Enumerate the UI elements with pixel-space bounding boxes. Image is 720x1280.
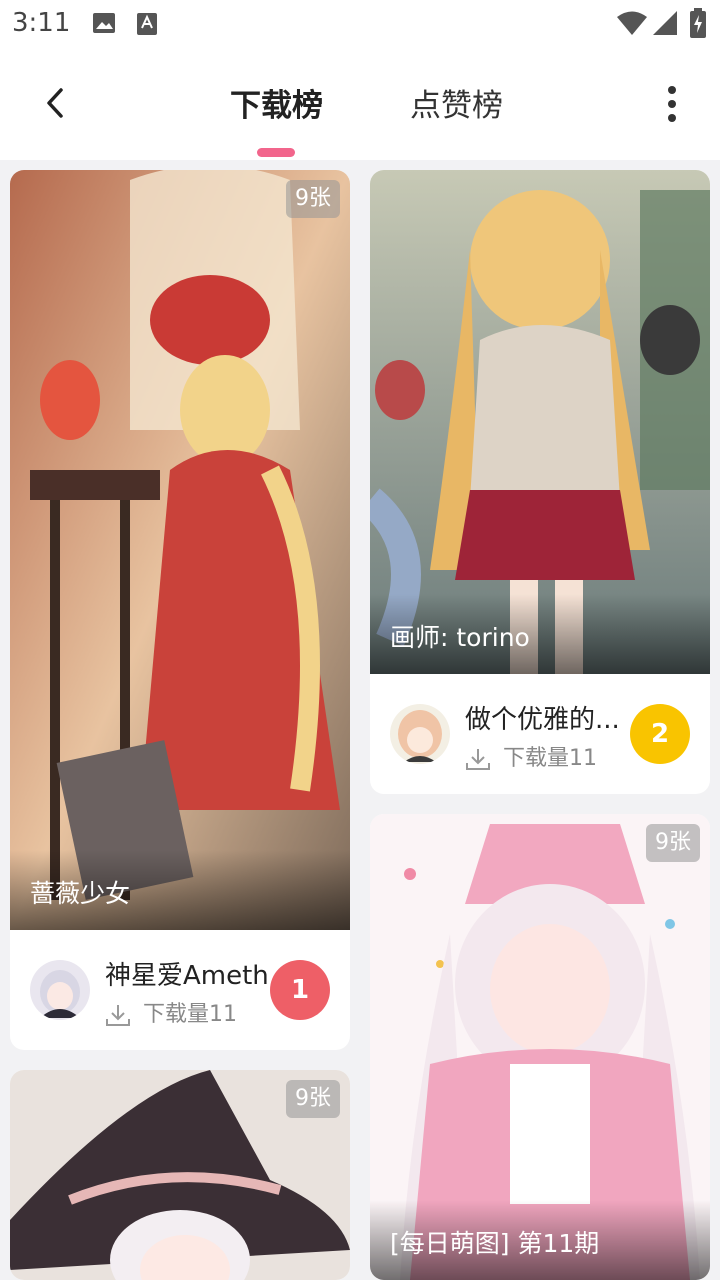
- download-icon: [466, 749, 490, 770]
- avatar[interactable]: [30, 960, 90, 1020]
- download-icon: [106, 1005, 130, 1026]
- image-count-badge: 9张: [286, 180, 340, 218]
- artwork-caption: 画师: torino: [390, 623, 530, 652]
- caption-overlay: [每日萌图] 第11期: [370, 1200, 710, 1280]
- status-time: 3:11: [12, 8, 71, 38]
- more-dot-icon: [668, 114, 676, 122]
- artwork-caption: [每日萌图] 第11期: [390, 1229, 600, 1258]
- tab-download-ranking[interactable]: 下载榜: [230, 80, 323, 125]
- artwork-thumbnail[interactable]: 画师: torino: [370, 170, 710, 674]
- more-dot-icon: [668, 100, 676, 108]
- signal-icon: [653, 11, 677, 35]
- avatar-illustration: [390, 704, 450, 764]
- caption-overlay: 画师: torino: [370, 594, 710, 674]
- artwork-card[interactable]: 9张: [10, 1070, 350, 1280]
- author-name[interactable]: 神星爱Ameth: [105, 955, 275, 992]
- author-name[interactable]: 做个优雅的...: [465, 699, 635, 736]
- download-count: 下载量11: [105, 996, 237, 1028]
- download-count: 下载量11: [465, 740, 597, 772]
- artwork-thumbnail[interactable]: 9张: [10, 1070, 350, 1280]
- avatar-illustration: [30, 960, 90, 1020]
- tab-like-ranking[interactable]: 点赞榜: [410, 80, 503, 125]
- caption-overlay: 蔷薇少女: [10, 850, 350, 930]
- avatar[interactable]: [390, 704, 450, 764]
- keyboard-notification-icon: [137, 13, 157, 35]
- status-bar: 3:11: [0, 0, 720, 50]
- rank-badge: 2: [630, 704, 690, 764]
- back-button[interactable]: [30, 78, 80, 128]
- image-count-badge: 9张: [646, 824, 700, 862]
- chevron-left-icon: [47, 88, 63, 118]
- artwork-thumbnail[interactable]: 9张 [每日萌图] 第11期: [370, 814, 710, 1280]
- artwork-card[interactable]: 9张 [每日萌图] 第11期: [370, 814, 710, 1280]
- active-tab-indicator: [257, 148, 295, 157]
- battery-icon: [690, 8, 706, 38]
- more-dot-icon: [668, 86, 676, 94]
- image-notification-icon: [93, 13, 115, 33]
- image-count-badge: 9张: [286, 1080, 340, 1118]
- download-count-label: 下载量11: [503, 746, 597, 771]
- artwork-illustration: [10, 170, 350, 930]
- artwork-card[interactable]: 9张 蔷薇少女 神星爱Ameth 下载量11 1: [10, 170, 350, 1050]
- artwork-thumbnail[interactable]: 9张 蔷薇少女: [10, 170, 350, 930]
- download-count-label: 下载量11: [143, 1002, 237, 1027]
- top-app-bar: 下载榜 点赞榜: [0, 50, 720, 160]
- wifi-icon: [617, 11, 647, 35]
- rank-badge: 1: [270, 960, 330, 1020]
- artwork-card[interactable]: 画师: torino 做个优雅的... 下载量11 2: [370, 170, 710, 794]
- artwork-caption: 蔷薇少女: [30, 879, 131, 908]
- more-options-button[interactable]: [650, 80, 694, 130]
